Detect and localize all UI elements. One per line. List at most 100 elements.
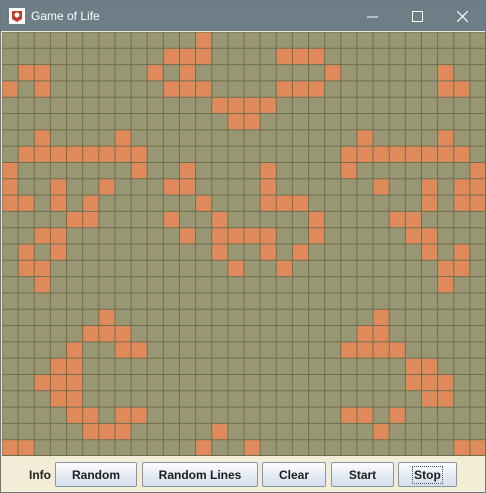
live-cell[interactable]: [421, 244, 438, 261]
live-cell[interactable]: [179, 64, 196, 81]
live-cell[interactable]: [163, 48, 180, 65]
live-cell[interactable]: [308, 80, 325, 98]
live-cell[interactable]: [373, 423, 390, 440]
stop-button[interactable]: Stop: [398, 462, 457, 487]
live-cell[interactable]: [340, 341, 357, 359]
live-cell[interactable]: [66, 211, 83, 228]
live-cell[interactable]: [98, 146, 115, 163]
live-cell[interactable]: [50, 244, 67, 261]
live-cell[interactable]: [437, 276, 454, 293]
live-cell[interactable]: [373, 178, 390, 196]
live-cell[interactable]: [356, 146, 374, 163]
live-cell[interactable]: [373, 341, 390, 359]
live-cell[interactable]: [66, 146, 83, 163]
live-cell[interactable]: [469, 178, 486, 196]
live-cell[interactable]: [34, 260, 51, 277]
live-cell[interactable]: [82, 195, 99, 212]
live-cell[interactable]: [211, 423, 228, 440]
live-cell[interactable]: [227, 260, 244, 277]
live-cell[interactable]: [308, 227, 325, 244]
live-cell[interactable]: [405, 358, 422, 375]
live-cell[interactable]: [50, 178, 67, 196]
live-cell[interactable]: [211, 211, 228, 228]
live-cell[interactable]: [195, 32, 212, 49]
live-cell[interactable]: [114, 129, 132, 147]
live-cell[interactable]: [437, 64, 454, 81]
live-cell[interactable]: [34, 80, 51, 98]
live-cell[interactable]: [114, 325, 132, 342]
live-cell[interactable]: [421, 178, 438, 196]
close-button[interactable]: [439, 1, 485, 31]
live-cell[interactable]: [421, 374, 438, 391]
live-cell[interactable]: [437, 390, 454, 408]
live-cell[interactable]: [276, 48, 293, 65]
live-cell[interactable]: [114, 146, 132, 163]
live-cell[interactable]: [34, 227, 51, 244]
live-cell[interactable]: [147, 64, 164, 81]
live-cell[interactable]: [437, 129, 454, 147]
live-cell[interactable]: [18, 244, 35, 261]
live-cell[interactable]: [18, 195, 35, 212]
live-cell[interactable]: [82, 407, 99, 424]
live-cell[interactable]: [437, 80, 454, 98]
live-cell[interactable]: [98, 178, 115, 196]
live-cell[interactable]: [421, 146, 438, 163]
live-cell[interactable]: [260, 178, 277, 196]
live-cell[interactable]: [66, 390, 83, 408]
live-cell[interactable]: [82, 325, 99, 342]
live-cell[interactable]: [211, 244, 228, 261]
minimize-button[interactable]: [349, 1, 395, 31]
live-cell[interactable]: [131, 162, 148, 179]
live-cell[interactable]: [340, 146, 357, 163]
live-cell[interactable]: [227, 97, 244, 114]
life-grid-canvas[interactable]: [2, 32, 486, 456]
live-cell[interactable]: [82, 211, 99, 228]
live-cell[interactable]: [211, 97, 228, 114]
live-cell[interactable]: [389, 146, 406, 163]
live-cell[interactable]: [2, 195, 19, 212]
live-cell[interactable]: [2, 178, 19, 196]
live-cell[interactable]: [437, 146, 454, 163]
live-cell[interactable]: [34, 64, 51, 81]
live-cell[interactable]: [405, 227, 422, 244]
live-cell[interactable]: [244, 227, 261, 244]
live-cell[interactable]: [244, 439, 261, 456]
live-cell[interactable]: [179, 48, 196, 65]
live-cell[interactable]: [453, 80, 470, 98]
live-cell[interactable]: [373, 146, 390, 163]
live-cell[interactable]: [453, 244, 470, 261]
live-cell[interactable]: [163, 178, 180, 196]
live-cell[interactable]: [389, 211, 406, 228]
live-cell[interactable]: [131, 407, 148, 424]
live-cell[interactable]: [114, 341, 132, 359]
live-cell[interactable]: [453, 146, 470, 163]
live-cell[interactable]: [195, 80, 212, 98]
live-cell[interactable]: [308, 211, 325, 228]
live-cell[interactable]: [276, 195, 293, 212]
start-button[interactable]: Start: [331, 462, 394, 487]
live-cell[interactable]: [421, 358, 438, 375]
live-cell[interactable]: [340, 407, 357, 424]
live-cell[interactable]: [276, 80, 293, 98]
live-cell[interactable]: [340, 162, 357, 179]
live-cell[interactable]: [389, 407, 406, 424]
title-bar[interactable]: Game of Life: [1, 1, 485, 31]
live-cell[interactable]: [244, 113, 261, 130]
live-cell[interactable]: [373, 309, 390, 326]
live-cell[interactable]: [260, 195, 277, 212]
live-cell[interactable]: [453, 439, 470, 456]
live-cell[interactable]: [66, 407, 83, 424]
live-cell[interactable]: [18, 64, 35, 81]
live-cell[interactable]: [82, 423, 99, 440]
live-cell[interactable]: [50, 195, 67, 212]
live-cell[interactable]: [356, 129, 374, 147]
clear-button[interactable]: Clear: [262, 462, 326, 487]
live-cell[interactable]: [98, 309, 115, 326]
live-cell[interactable]: [356, 407, 374, 424]
live-cell[interactable]: [50, 374, 67, 391]
live-cell[interactable]: [421, 195, 438, 212]
random-button[interactable]: Random: [55, 462, 137, 487]
live-cell[interactable]: [50, 390, 67, 408]
live-cell[interactable]: [389, 341, 406, 359]
live-cell[interactable]: [163, 80, 180, 98]
